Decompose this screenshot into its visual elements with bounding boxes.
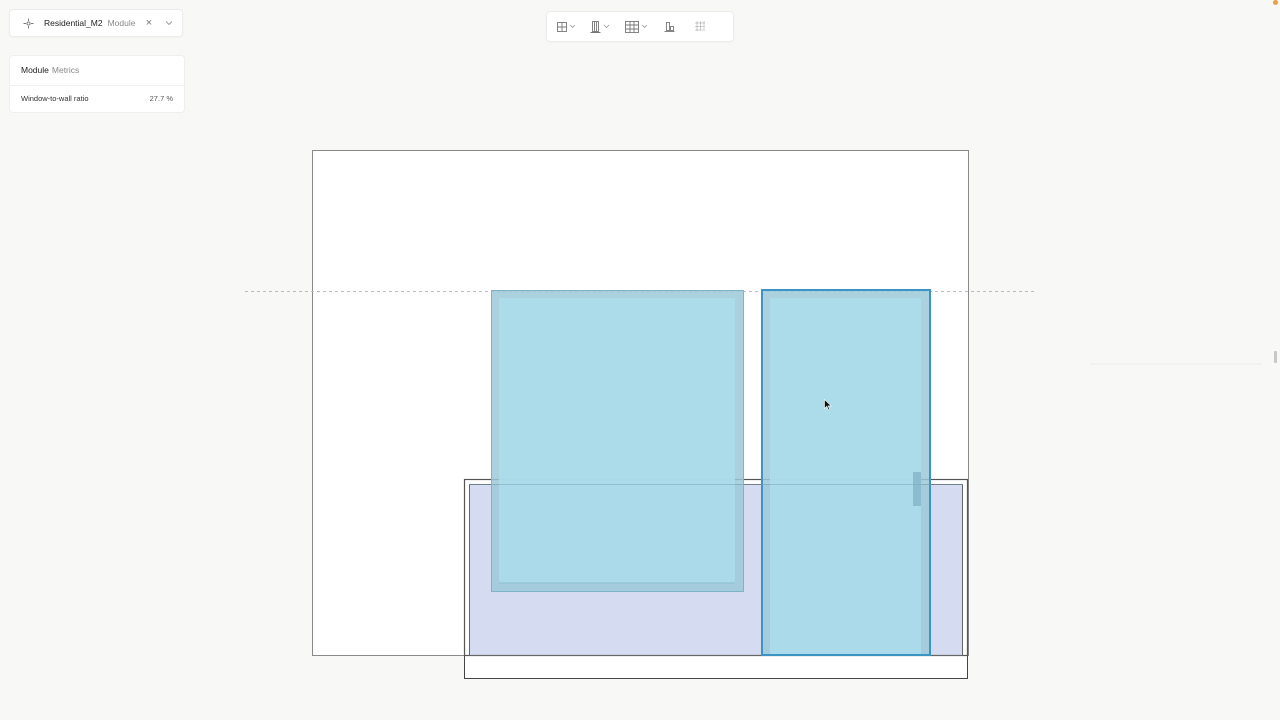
balcony-slab[interactable] [464,655,968,679]
panel-edge [1090,363,1262,365]
door-handle[interactable] [913,472,921,506]
window-element[interactable] [491,290,744,592]
status-dot [1273,0,1278,5]
panel-resize-handle[interactable] [1274,351,1277,363]
door-glass [770,298,921,655]
door-element[interactable] [761,289,931,656]
canvas-stage: Residential_M2 Module × Module Metrics Wi… [0,0,1280,720]
window-glass [499,298,735,583]
mouse-cursor-icon [824,399,832,411]
facade-drawing[interactable] [0,0,1280,720]
